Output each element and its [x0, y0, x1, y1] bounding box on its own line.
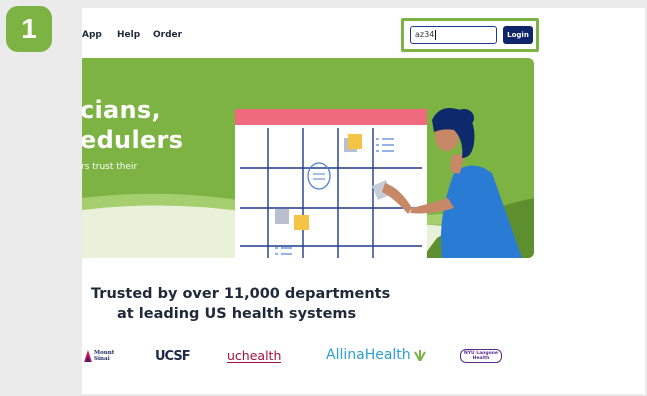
calendar-card [235, 109, 427, 258]
hero-banner: cians, edulers rs trust their [82, 58, 534, 258]
yellow-sticky-note [348, 134, 362, 149]
mount-sinai-line2: Sinai [94, 356, 110, 362]
hair-bun [454, 109, 474, 127]
website-page: App Help Order az34 Login cians, edulers… [82, 8, 645, 394]
allina-health-logo: AllinaHealth [326, 347, 427, 363]
nyu-line2: Health [472, 356, 490, 361]
calendar-illustration [235, 109, 427, 258]
allina-logo-text: AllinaHealth [326, 347, 411, 363]
mount-sinai-logo: Mount Sinai [84, 350, 114, 362]
ucsf-logo: UCSF [155, 349, 191, 364]
hero-illustration [82, 107, 534, 258]
nyu-langone-logo: NYU Langone Health [460, 349, 502, 363]
login-input-value: az34 [415, 30, 435, 39]
yellow-sticky-note-2 [294, 215, 309, 230]
nav-item-app[interactable]: App [82, 30, 102, 40]
ucsf-logo-text: UCSF [155, 349, 191, 364]
calendar-header-bar [235, 109, 427, 125]
nav-item-order[interactable]: Order [153, 30, 182, 40]
trusted-line2: at leading US health systems [117, 306, 357, 322]
allina-leaf-icon [413, 350, 426, 361]
login-highlight-box: az34 Login [401, 18, 539, 52]
trusted-line1: Trusted by over 11,000 departments [91, 286, 391, 302]
step-number-badge: 1 [6, 6, 52, 52]
uchealth-logo: uchealth [227, 348, 282, 363]
nav-item-help[interactable]: Help [117, 30, 140, 40]
uchealth-logo-text: uchealth [227, 348, 282, 363]
gray-sticky-note-2 [275, 209, 289, 224]
hero-headline-line2: edulers [82, 126, 184, 154]
mount-sinai-mark-icon [84, 350, 92, 362]
text-caret [435, 29, 437, 40]
login-code-input[interactable]: az34 [410, 26, 497, 44]
login-button[interactable]: Login [503, 26, 533, 44]
hero-subtext: rs trust their [82, 162, 138, 172]
hero-headline-line1: cians, [82, 96, 161, 124]
